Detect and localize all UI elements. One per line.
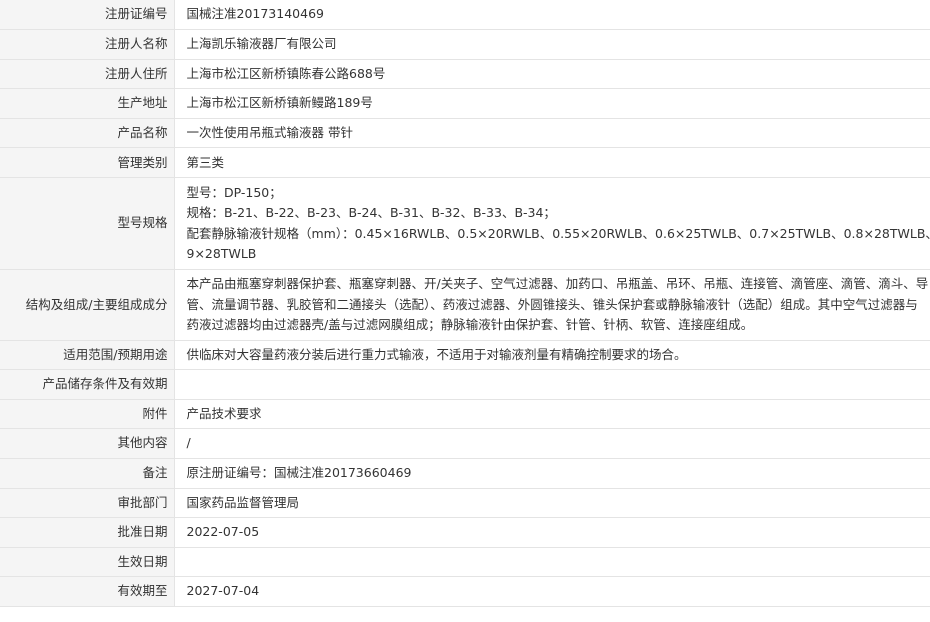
table-row: 生效日期 bbox=[0, 547, 930, 578]
field-label: 生效日期 bbox=[0, 547, 175, 578]
field-value: 第三类 bbox=[174, 147, 930, 179]
field-value: 国家药品监督管理局 bbox=[174, 488, 930, 519]
field-label: 备注 bbox=[0, 458, 175, 489]
field-value-multiline: 型号：DP-150； 规格：B-21、B-22、B-23、B-24、B-31、B… bbox=[174, 177, 930, 271]
field-label: 型号规格 bbox=[0, 177, 175, 271]
field-value bbox=[174, 547, 930, 578]
field-value bbox=[174, 369, 930, 400]
field-value: 上海市松江区新桥镇新鳗路189号 bbox=[174, 88, 930, 119]
field-label: 管理类别 bbox=[0, 147, 175, 179]
table-row: 注册人住所 上海市松江区新桥镇陈春公路688号 bbox=[0, 59, 930, 90]
field-value: 产品技术要求 bbox=[174, 399, 930, 430]
needle-spec-line-continued: 9×28TWLB bbox=[186, 246, 257, 262]
field-value: 一次性使用吊瓶式输液器 带针 bbox=[174, 118, 930, 149]
field-value: 本产品由瓶塞穿刺器保护套、瓶塞穿刺器、开/关夹子、空气过滤器、加药口、吊瓶盖、吊… bbox=[174, 269, 930, 341]
field-value: 上海市松江区新桥镇陈春公路688号 bbox=[174, 59, 930, 90]
field-value: 国械注准20173140469 bbox=[174, 0, 930, 31]
structure-text: 本产品由瓶塞穿刺器保护套、瓶塞穿刺器、开/关夹子、空气过滤器、加药口、吊瓶盖、吊… bbox=[186, 276, 929, 333]
field-label: 生产地址 bbox=[0, 88, 175, 119]
table-row: 备注 原注册证编号：国械注准20173660469 bbox=[0, 458, 930, 489]
model-line: 型号：DP-150； bbox=[186, 184, 282, 200]
needle-spec-line: 配套静脉输液针规格（mm）：0.45×16RWLB、0.5×20RWLB、0.5… bbox=[186, 225, 930, 241]
table-row: 有效期至 2027-07-04 bbox=[0, 576, 930, 607]
field-label: 适用范围/预期用途 bbox=[0, 340, 175, 371]
field-label: 注册证编号 bbox=[0, 0, 175, 31]
table-row: 结构及组成/主要组成成分 本产品由瓶塞穿刺器保护套、瓶塞穿刺器、开/关夹子、空气… bbox=[0, 269, 930, 341]
field-label: 结构及组成/主要组成成分 bbox=[0, 269, 175, 341]
field-value: 2027-07-04 bbox=[174, 576, 930, 607]
table-row: 生产地址 上海市松江区新桥镇新鳗路189号 bbox=[0, 88, 930, 119]
field-value: 供临床对大容量药液分装后进行重力式输液，不适用于对输液剂量有精确控制要求的场合。 bbox=[174, 340, 930, 371]
table-row: 适用范围/预期用途 供临床对大容量药液分装后进行重力式输液，不适用于对输液剂量有… bbox=[0, 340, 930, 371]
table-row: 注册人名称 上海凯乐输液器厂有限公司 bbox=[0, 29, 930, 60]
field-label: 批准日期 bbox=[0, 517, 175, 548]
field-label: 产品储存条件及有效期 bbox=[0, 369, 175, 400]
table-row: 管理类别 第三类 bbox=[0, 147, 930, 179]
spec-line: 规格：B-21、B-22、B-23、B-24、B-31、B-32、B-33、B-… bbox=[186, 205, 556, 221]
table-row: 产品名称 一次性使用吊瓶式输液器 带针 bbox=[0, 118, 930, 149]
field-label: 产品名称 bbox=[0, 118, 175, 149]
table-row: 型号规格 型号：DP-150； 规格：B-21、B-22、B-23、B-24、B… bbox=[0, 177, 930, 271]
table-row: 注册证编号 国械注准20173140469 bbox=[0, 0, 930, 31]
field-value: / bbox=[174, 428, 930, 459]
table-row: 批准日期 2022-07-05 bbox=[0, 517, 930, 548]
table-row: 审批部门 国家药品监督管理局 bbox=[0, 488, 930, 519]
table-row: 产品储存条件及有效期 bbox=[0, 369, 930, 400]
field-value: 2022-07-05 bbox=[174, 517, 930, 548]
field-label: 注册人名称 bbox=[0, 29, 175, 60]
table-row: 附件 产品技术要求 bbox=[0, 399, 930, 430]
field-value: 原注册证编号：国械注准20173660469 bbox=[174, 458, 930, 489]
field-label: 注册人住所 bbox=[0, 59, 175, 90]
table-row: 其他内容 / bbox=[0, 428, 930, 459]
field-label: 附件 bbox=[0, 399, 175, 430]
field-label: 有效期至 bbox=[0, 576, 175, 607]
field-value: 上海凯乐输液器厂有限公司 bbox=[174, 29, 930, 60]
registration-record-table: 注册证编号 国械注准20173140469 注册人名称 上海凯乐输液器厂有限公司… bbox=[0, 0, 930, 607]
field-label: 其他内容 bbox=[0, 428, 175, 459]
field-label: 审批部门 bbox=[0, 488, 175, 519]
